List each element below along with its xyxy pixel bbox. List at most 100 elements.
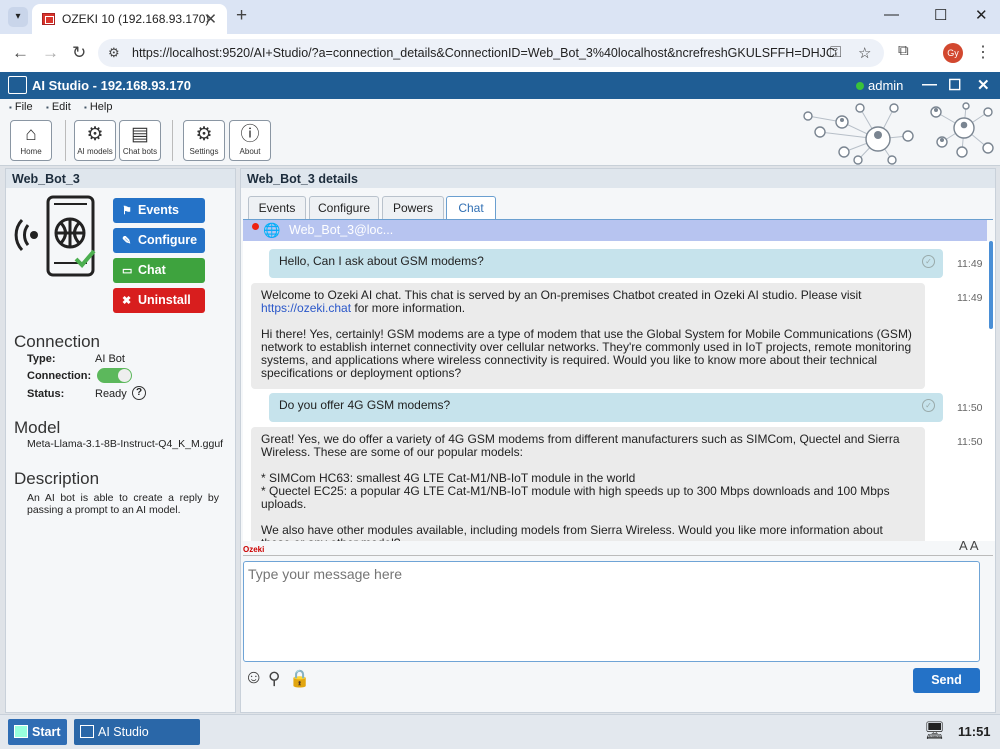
minimize-window-icon[interactable]: — (884, 6, 899, 23)
delivered-check-icon: ✓ (922, 255, 935, 268)
app-close-icon[interactable]: ✕ (977, 76, 990, 94)
chat-messages[interactable]: Hello, Can I ask about GSM modems? ✓ 11:… (243, 241, 995, 541)
model-name: Meta-Llama-3.1-8B-Instruct-Q4_K_M.gguf (27, 438, 224, 450)
gears-icon: ⚙ (86, 124, 104, 145)
taskbar-app-label: AI Studio (98, 725, 149, 739)
close-tab-icon[interactable]: ✕ (204, 10, 217, 28)
new-tab-icon[interactable]: + (236, 5, 247, 27)
events-button[interactable]: ⚑ Events (113, 198, 205, 223)
clock: 11:51 (958, 724, 991, 739)
about-button[interactable]: ⓘ About (229, 120, 271, 161)
chat-partner: Web_Bot_3@loc... (289, 223, 394, 237)
tab-list-dropdown[interactable]: ▾ (8, 7, 28, 27)
bookmark-star-icon[interactable]: ☆ (858, 44, 871, 62)
gear-icon: ⚙ (195, 124, 213, 145)
url-text[interactable]: https://localhost:9520/AI+Studio/?a=conn… (132, 46, 835, 60)
ozeki-favicon-icon (42, 13, 55, 25)
home-button-label: Home (20, 147, 42, 156)
wrench-icon: ✎ (122, 235, 132, 247)
message-time: 11:50 (957, 402, 983, 414)
reload-icon[interactable]: ↻ (72, 43, 86, 63)
status-value: Ready (95, 388, 127, 400)
message-bubble-user: Hello, Can I ask about GSM modems? ✓ (269, 249, 943, 278)
description-text: An AI bot is able to create a reply by p… (27, 492, 219, 516)
details-panel: Web_Bot_3 details Events Configure Power… (240, 168, 996, 713)
user-name[interactable]: admin (868, 78, 903, 93)
configure-button[interactable]: ✎ Configure (113, 228, 205, 253)
send-button[interactable]: Send (913, 668, 980, 693)
home-button[interactable]: ⌂ Home (10, 120, 52, 161)
lock-icon[interactable]: 🔒 (289, 669, 310, 689)
app-minimize-icon[interactable]: — (922, 76, 937, 93)
password-key-icon[interactable]: ⚿ (830, 44, 841, 61)
tab-powers[interactable]: Powers (382, 196, 444, 220)
monitor-icon[interactable]: 🖥 (924, 721, 946, 741)
browser-tab-bar: ▾ OZEKI 10 (192.168.93.170) ✕ + — ☐ ✕ (0, 0, 1000, 34)
message-text: Great! Yes, we do offer a variety of 4G … (261, 432, 900, 542)
toolbar-separator (65, 120, 66, 161)
site-settings-icon[interactable]: ⚙ (108, 45, 120, 61)
url-bar[interactable]: ⚙ https://localhost:9520/AI+Studio/?a=co… (98, 39, 884, 67)
uninstall-button[interactable]: ✖ Uninstall (113, 288, 205, 313)
ai-studio-logo-icon (8, 76, 27, 94)
maximize-window-icon[interactable]: ☐ (934, 6, 947, 24)
taskbar-ai-studio[interactable]: AI Studio (74, 719, 200, 745)
browser-menu-icon[interactable]: ⋮ (975, 42, 991, 62)
status-label: Status: (27, 388, 65, 400)
menu-file[interactable]: File (9, 101, 33, 113)
close-window-icon[interactable]: ✕ (975, 6, 988, 24)
info-icon: ⓘ (240, 124, 260, 145)
chat-button[interactable]: ▭ Chat (113, 258, 205, 283)
help-icon[interactable]: ? (132, 386, 146, 400)
chat-bots-button-label: Chat bots (122, 147, 158, 156)
message-text-continued: for more information. Hi there! Yes, cer… (261, 301, 912, 380)
connection-toggle[interactable] (97, 368, 132, 383)
menu-help[interactable]: Help (84, 101, 113, 113)
delivered-check-icon: ✓ (922, 399, 935, 412)
start-icon (14, 725, 28, 738)
events-button-label: Events (138, 203, 179, 217)
back-arrow-icon[interactable]: ← (12, 43, 29, 63)
app-title-bar: AI Studio - 192.168.93.170 admin — ☐ ✕ (0, 72, 1000, 99)
left-panel-header: Web_Bot_3 (6, 169, 235, 188)
message-input[interactable] (243, 561, 980, 662)
uninstall-icon: ✖ (122, 295, 132, 307)
app-title: AI Studio - 192.168.93.170 (32, 78, 191, 93)
emoji-icon[interactable]: ☺ (244, 667, 263, 689)
chat-scrollbar[interactable] (989, 241, 993, 329)
settings-button[interactable]: ⚙ Settings (183, 120, 225, 161)
tab-configure[interactable]: Configure (309, 196, 379, 220)
attachment-icon[interactable]: ⚲ (268, 669, 280, 689)
model-section-title: Model (14, 418, 61, 437)
profile-avatar[interactable]: Gy (943, 43, 963, 63)
forward-arrow-icon[interactable]: → (42, 43, 59, 63)
configure-button-label: Configure (138, 233, 198, 247)
message-time: 11:50 (957, 436, 983, 448)
message-bubble-bot: Welcome to Ozeki AI chat. This chat is s… (251, 283, 925, 389)
network-graphic (803, 102, 994, 165)
composer-divider (243, 555, 993, 556)
tab-events[interactable]: Events (248, 196, 306, 220)
font-size-controls[interactable]: A A (959, 538, 979, 553)
type-value: AI Bot (95, 353, 125, 365)
ozeki-chat-link[interactable]: https://ozeki.chat (261, 301, 351, 315)
chat-button-label: Chat (138, 263, 166, 277)
ai-models-button[interactable]: ⚙ AI models (74, 120, 116, 161)
ai-studio-icon (80, 725, 94, 738)
ozeki-brand: Ozeki (243, 545, 265, 554)
connection-label: Connection: (27, 370, 92, 382)
ai-models-button-label: AI models (77, 147, 113, 156)
uninstall-button-label: Uninstall (138, 293, 191, 307)
web-bot-phone-icon (14, 195, 96, 277)
message-text: Welcome to Ozeki AI chat. This chat is s… (261, 288, 862, 302)
details-panel-header: Web_Bot_3 details (241, 169, 995, 188)
chat-bots-button[interactable]: ▤ Chat bots (119, 120, 161, 161)
start-button[interactable]: Start (8, 719, 67, 745)
chat-bots-icon: ▤ (131, 124, 149, 145)
extensions-icon[interactable]: ⧉ (898, 42, 909, 59)
app-maximize-icon[interactable]: ☐ (948, 76, 961, 94)
message-bubble-user: Do you offer 4G GSM modems? ✓ (269, 393, 943, 422)
browser-tab[interactable]: OZEKI 10 (192.168.93.170) ✕ (32, 4, 227, 34)
online-status-dot (856, 82, 864, 90)
menu-edit[interactable]: Edit (46, 101, 71, 113)
